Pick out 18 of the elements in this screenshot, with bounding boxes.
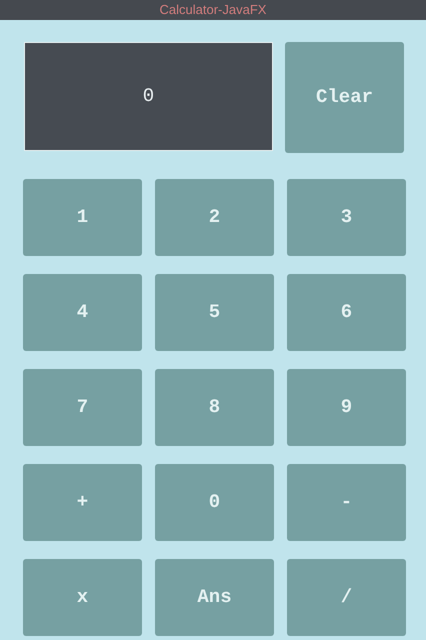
window-title: Calculator-JavaFX xyxy=(0,0,426,20)
key-button[interactable]: Ans xyxy=(155,559,274,636)
key-button[interactable]: - xyxy=(287,464,406,541)
key-button[interactable]: 0 xyxy=(155,464,274,541)
key-button[interactable]: 1 xyxy=(23,179,142,256)
key-button[interactable]: 2 xyxy=(155,179,274,256)
clear-button[interactable]: Clear xyxy=(285,42,404,153)
key-button[interactable]: + xyxy=(23,464,142,541)
key-button[interactable]: 5 xyxy=(155,274,274,351)
key-button[interactable]: 4 xyxy=(23,274,142,351)
key-button[interactable]: x xyxy=(23,559,142,636)
key-button[interactable]: 9 xyxy=(287,369,406,446)
key-button[interactable]: 8 xyxy=(155,369,274,446)
key-button[interactable]: 7 xyxy=(23,369,142,446)
display-screen: 0 xyxy=(24,42,273,151)
key-button[interactable]: 3 xyxy=(287,179,406,256)
key-button[interactable]: 6 xyxy=(287,274,406,351)
key-button[interactable]: / xyxy=(287,559,406,636)
